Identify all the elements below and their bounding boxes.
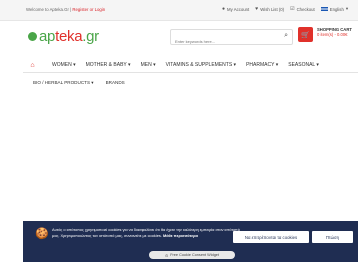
language-label: English bbox=[329, 6, 344, 12]
cart-icon: 🛒 bbox=[301, 31, 310, 39]
learn-more-link[interactable]: Μάθε περισσότερα bbox=[163, 233, 198, 238]
top-bar: Welcome to Apteka.Gr | Register or Login… bbox=[0, 0, 358, 21]
cookie-widget-icon: ⊙ bbox=[165, 253, 169, 258]
cookie-text: Αυτός ο ιστότοπος χρησιμοποιεί cookies γ… bbox=[52, 227, 240, 238]
search-icon[interactable]: ⌕ bbox=[284, 32, 288, 40]
my-account-label: My Account bbox=[227, 6, 250, 12]
cart-count: 0 item(s) - 0.00€ bbox=[317, 32, 348, 37]
nav-divider bbox=[23, 72, 358, 73]
welcome-message: Welcome to Apteka.Gr | Register or Login bbox=[26, 7, 105, 12]
home-icon[interactable]: ⌂ bbox=[23, 58, 42, 72]
wish-list-link[interactable]: ♥ Wish List (0) bbox=[255, 6, 284, 12]
logo-mark bbox=[28, 31, 37, 41]
nav-item-bio-herbal[interactable]: BIO / HERBAL PRODUCTS ▾ bbox=[33, 80, 94, 86]
checkbox-icon: ☑ bbox=[290, 5, 295, 12]
nav-item-men[interactable]: MEN ▾ bbox=[141, 62, 156, 68]
my-account-link[interactable]: ● My Account bbox=[222, 6, 249, 12]
user-icon: ● bbox=[222, 5, 226, 12]
nav-item-mother-baby[interactable]: MOTHER & BABY ▾ bbox=[86, 62, 131, 68]
cart-button[interactable]: 🛒 bbox=[298, 27, 313, 42]
checkout-link[interactable]: ☑ Checkout bbox=[290, 6, 315, 12]
register-login-link[interactable]: Register or Login bbox=[72, 7, 105, 12]
chevron-down-icon: ▾ bbox=[345, 6, 348, 11]
nav-item-pharmacy[interactable]: PHARMACY ▾ bbox=[246, 62, 278, 68]
search-input[interactable] bbox=[171, 35, 279, 48]
language-selector[interactable]: English ▾ bbox=[320, 6, 348, 12]
flag-icon bbox=[320, 7, 328, 11]
logo-text: apteka.gr bbox=[39, 27, 99, 45]
search-box: ⌕ bbox=[170, 29, 293, 48]
sub-nav: BIO / HERBAL PRODUCTS ▾ BRANDS bbox=[33, 80, 125, 86]
allow-cookies-button[interactable]: Να επιτρέπονται τα cookies bbox=[233, 231, 309, 243]
nav-item-women[interactable]: WOMEN ▾ bbox=[52, 62, 76, 68]
cart-summary[interactable]: SHOPPING CART 0 item(s) - 0.00€ bbox=[317, 27, 352, 37]
checkout-label: Checkout bbox=[296, 6, 315, 12]
top-links: ● My Account ♥ Wish List (0) ☑ Checkout … bbox=[222, 6, 348, 12]
cookie-message: Αυτός ο ιστότοπος χρησιμοποιεί cookies γ… bbox=[52, 227, 242, 238]
nav-item-vitamins[interactable]: VITAMINS & SUPPLEMENTS ▾ bbox=[166, 62, 237, 68]
cookie-consent-banner: 🍪 Αυτός ο ιστότοπος χρησιμοποιεί cookies… bbox=[23, 221, 358, 262]
cookie-icon: 🍪 bbox=[35, 228, 49, 240]
decline-cookies-button[interactable]: Πτώση bbox=[312, 231, 353, 243]
main-nav: ⌂ WOMEN ▾ MOTHER & BABY ▾ MEN ▾ VITAMINS… bbox=[23, 58, 319, 72]
nav-item-brands[interactable]: BRANDS bbox=[106, 80, 125, 86]
nav-item-seasonal[interactable]: SEASONAL ▾ bbox=[288, 62, 319, 68]
cookie-widget-badge[interactable]: ⊙ Free Cookie Consent Widget bbox=[149, 251, 235, 259]
cookie-widget-label: Free Cookie Consent Widget bbox=[170, 253, 219, 257]
site-logo[interactable]: apteka.gr bbox=[28, 27, 99, 45]
heart-icon: ♥ bbox=[255, 5, 259, 12]
welcome-text: Welcome to Apteka.Gr | bbox=[26, 7, 72, 12]
wish-list-label: Wish List (0) bbox=[260, 6, 285, 12]
